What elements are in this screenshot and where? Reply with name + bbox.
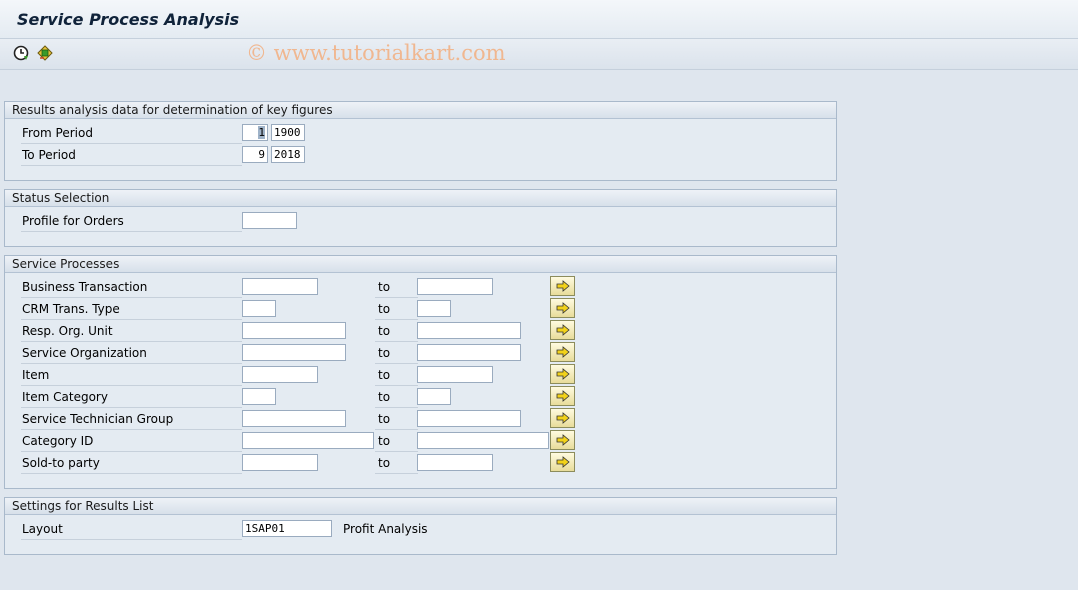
- arrow-right-icon: [556, 434, 570, 446]
- application-toolbar: [0, 39, 1078, 70]
- page-title: Service Process Analysis: [17, 10, 240, 29]
- resp-org-unit-label: Resp. Org. Unit: [21, 321, 242, 342]
- business-transaction-from-input[interactable]: [242, 278, 318, 295]
- service-organization-label: Service Organization: [21, 343, 242, 364]
- multiple-selection-button[interactable]: [550, 430, 575, 450]
- get-variant-icon[interactable]: [36, 44, 54, 62]
- layout-input[interactable]: 1SAP01: [242, 520, 332, 537]
- sold-to-party-to-input[interactable]: [417, 454, 493, 471]
- business-transaction-label: Business Transaction: [21, 277, 242, 298]
- profile-orders-input[interactable]: [242, 212, 297, 229]
- from-year-input[interactable]: 1900: [271, 124, 305, 141]
- arrow-right-icon: [556, 324, 570, 336]
- arrow-right-icon: [556, 390, 570, 402]
- sold-to-party-from-input[interactable]: [242, 454, 318, 471]
- business-transaction-to-input[interactable]: [417, 278, 493, 295]
- resp-org-unit-to-input[interactable]: [417, 322, 521, 339]
- to-label: to: [375, 409, 418, 430]
- multiple-selection-button[interactable]: [550, 408, 575, 428]
- group-title: Results analysis data for determination …: [5, 102, 836, 119]
- sold-to-party-label: Sold-to party: [21, 453, 242, 474]
- crm-trans-type-label: CRM Trans. Type: [21, 299, 242, 320]
- from-period-input[interactable]: 1: [242, 124, 268, 141]
- multiple-selection-button[interactable]: [550, 298, 575, 318]
- resp-org-unit-from-input[interactable]: [242, 322, 346, 339]
- to-label: to: [375, 387, 418, 408]
- category-id-from-input[interactable]: [242, 432, 374, 449]
- to-label: to: [375, 431, 418, 452]
- arrow-right-icon: [556, 280, 570, 292]
- item-label: Item: [21, 365, 242, 386]
- crm-trans-type-from-input[interactable]: [242, 300, 276, 317]
- to-label: to: [375, 299, 418, 320]
- group-title: Status Selection: [5, 190, 836, 207]
- category-id-label: Category ID: [21, 431, 242, 452]
- profile-orders-label: Profile for Orders: [21, 211, 242, 232]
- to-period-input[interactable]: 9: [242, 146, 268, 163]
- group-title: Settings for Results List: [5, 498, 836, 515]
- multiple-selection-button[interactable]: [550, 364, 575, 384]
- multiple-selection-button[interactable]: [550, 276, 575, 296]
- arrow-right-icon: [556, 302, 570, 314]
- layout-description: Profit Analysis: [343, 522, 428, 536]
- service-organization-from-input[interactable]: [242, 344, 346, 361]
- service-technician-group-to-input[interactable]: [417, 410, 521, 427]
- results-analysis-group: Results analysis data for determination …: [4, 101, 837, 181]
- arrow-right-icon: [556, 368, 570, 380]
- group-title: Service Processes: [5, 256, 836, 273]
- multiple-selection-button[interactable]: [550, 386, 575, 406]
- multiple-selection-button[interactable]: [550, 320, 575, 340]
- settings-results-list-group: Settings for Results List Layout 1SAP01 …: [4, 497, 837, 555]
- to-label: to: [375, 453, 418, 474]
- arrow-right-icon: [556, 412, 570, 424]
- multiple-selection-button[interactable]: [550, 342, 575, 362]
- arrow-right-icon: [556, 346, 570, 358]
- status-selection-group: Status Selection Profile for Orders: [4, 189, 837, 247]
- service-technician-group-label: Service Technician Group: [21, 409, 242, 430]
- to-label: to: [375, 321, 418, 342]
- title-bar: Service Process Analysis: [0, 0, 1078, 39]
- execute-clock-icon[interactable]: [12, 44, 30, 62]
- category-id-to-input[interactable]: [417, 432, 549, 449]
- to-label: to: [375, 277, 418, 298]
- layout-label: Layout: [21, 519, 242, 540]
- item-from-input[interactable]: [242, 366, 318, 383]
- item-to-input[interactable]: [417, 366, 493, 383]
- service-technician-group-from-input[interactable]: [242, 410, 346, 427]
- arrow-right-icon: [556, 456, 570, 468]
- item-category-from-input[interactable]: [242, 388, 276, 405]
- item-category-to-input[interactable]: [417, 388, 451, 405]
- to-label: to: [375, 365, 418, 386]
- to-year-input[interactable]: 2018: [271, 146, 305, 163]
- service-processes-group: Service Processes Business Transaction t…: [4, 255, 837, 489]
- from-period-label: From Period: [21, 123, 242, 144]
- watermark: © www.tutorialkart.com: [246, 41, 506, 65]
- service-organization-to-input[interactable]: [417, 344, 521, 361]
- crm-trans-type-to-input[interactable]: [417, 300, 451, 317]
- to-label: to: [375, 343, 418, 364]
- to-period-label: To Period: [21, 145, 242, 166]
- multiple-selection-button[interactable]: [550, 452, 575, 472]
- item-category-label: Item Category: [21, 387, 242, 408]
